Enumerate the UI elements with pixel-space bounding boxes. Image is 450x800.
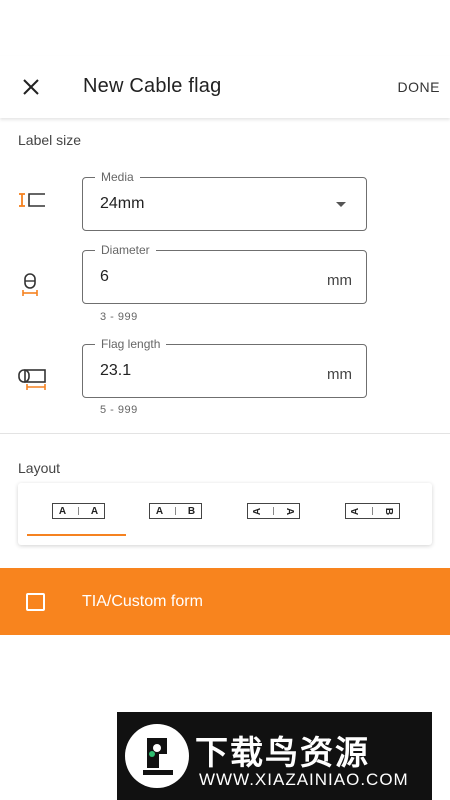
media-value: 24mm	[100, 195, 145, 212]
app-bar: New Cable flag DONE	[0, 56, 450, 118]
layout-heading: Layout	[18, 460, 61, 476]
layout-separator	[175, 507, 176, 515]
tia-checkbox[interactable]	[26, 593, 45, 611]
media-select[interactable]: Media 24mm	[82, 170, 367, 231]
media-width-icon	[17, 190, 47, 216]
layout-option-aa-rotated-left: A	[252, 507, 264, 515]
layout-separator	[78, 507, 79, 515]
tia-custom-form-toggle[interactable]: TIA/Custom form	[0, 568, 450, 635]
layout-options-card: A A A B A A A B	[18, 483, 432, 545]
layout-option-aa-rotated[interactable]: A A	[247, 503, 300, 519]
tia-label: TIA/Custom form	[82, 593, 203, 610]
diameter-icon	[19, 272, 49, 298]
close-icon[interactable]	[20, 76, 42, 98]
flag-length-input[interactable]: Flag length 23.1 mm	[82, 337, 367, 398]
media-label: Media	[95, 170, 140, 184]
label-size-heading: Label size	[18, 132, 82, 148]
diameter-unit: mm	[327, 272, 352, 289]
flag-length-unit: mm	[327, 366, 352, 383]
flag-length-label: Flag length	[95, 337, 167, 351]
diameter-input[interactable]: Diameter 6 mm	[82, 243, 367, 304]
watermark-title: 下载鸟资源	[195, 733, 370, 772]
watermark-logo-icon	[125, 724, 189, 788]
flag-length-range-hint: 5 - 999	[100, 404, 138, 416]
layout-option-ab-rotated[interactable]: A B	[345, 503, 400, 519]
layout-option-aa-rotated-right: A	[283, 507, 295, 515]
dropdown-arrow-icon	[336, 202, 346, 207]
layout-option-aa-left: A	[58, 505, 67, 517]
layout-separator	[273, 507, 274, 515]
layout-option-ab-rotated-right: B	[383, 507, 395, 515]
section-divider	[0, 433, 450, 434]
layout-option-ab-rotated-left: A	[350, 507, 362, 515]
flag-length-icon	[17, 366, 47, 392]
done-button[interactable]: DONE	[398, 79, 440, 95]
flag-length-value: 23.1	[100, 362, 132, 379]
layout-option-ab-right: B	[187, 505, 196, 517]
watermark-banner: 下载鸟资源 WWW.XIAZAINIAO.COM	[117, 712, 432, 800]
diameter-label: Diameter	[95, 243, 156, 257]
layout-option-aa-right: A	[90, 505, 99, 517]
diameter-range-hint: 3 - 999	[100, 311, 138, 323]
layout-option-ab-left: A	[155, 505, 164, 517]
diameter-value: 6	[100, 268, 109, 285]
layout-option-aa[interactable]: A A	[52, 503, 105, 519]
selected-layout-indicator	[27, 534, 126, 536]
layout-separator	[371, 507, 373, 515]
layout-option-ab[interactable]: A B	[149, 503, 202, 519]
watermark-url: WWW.XIAZAINIAO.COM	[199, 770, 409, 789]
page-title: New Cable flag	[83, 75, 222, 97]
